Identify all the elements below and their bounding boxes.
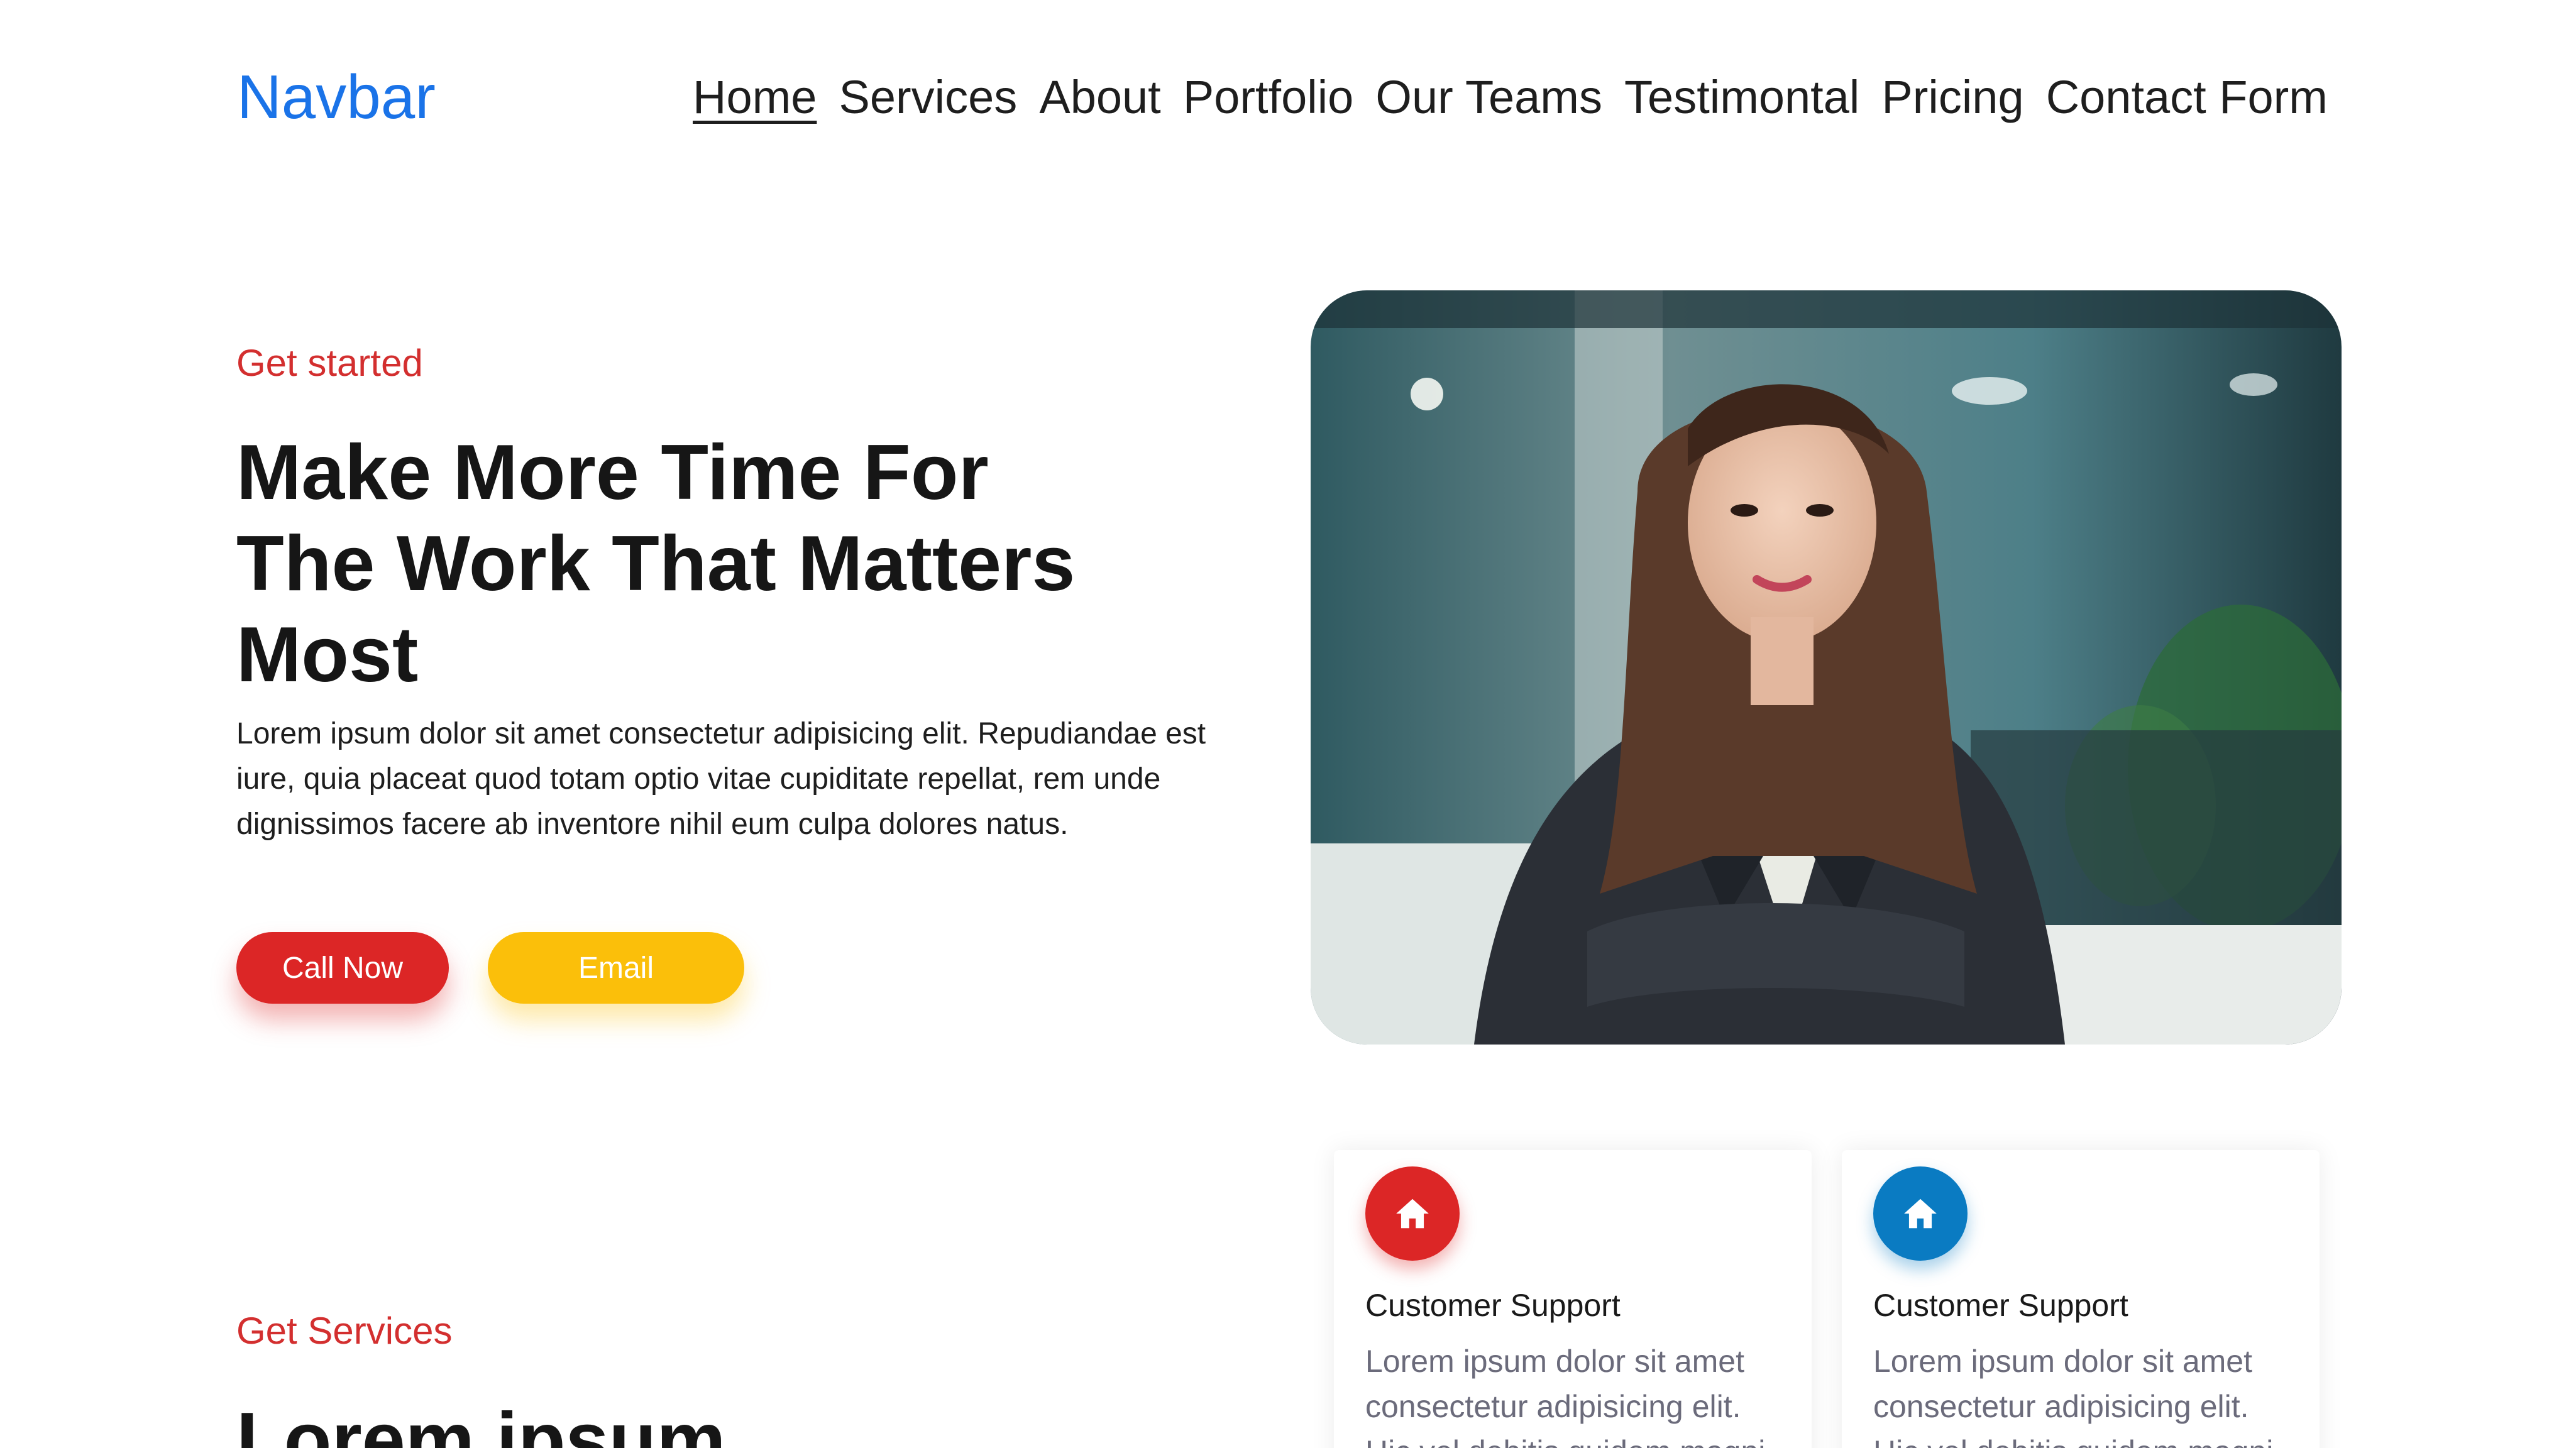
service-card-text: Lorem ipsum dolor sit amet consectetur a… [1873,1344,2273,1448]
main-nav: Home Services About Portfolio Our Teams … [693,74,2328,121]
services-title: Lorem ipsum [236,1397,726,1448]
nav-our-teams[interactable]: Our Teams [1375,74,1602,121]
hero-kicker: Get started [236,342,423,384]
email-button[interactable]: Email [488,932,744,1004]
landing-page: Navbar Home Services About Portfolio Our… [0,0,2576,1448]
nav-contact-form[interactable]: Contact Form [2046,74,2328,121]
hero-image [1311,290,2342,1045]
nav-portfolio[interactable]: Portfolio [1183,74,1353,121]
nav-home[interactable]: Home [693,74,817,121]
home-icon [1365,1166,1460,1261]
service-card-title: Customer Support [1873,1288,2128,1323]
hero-title: Make More Time For The Work That Matters… [236,429,1076,698]
office-portrait-illustration [1311,290,2342,1045]
nav-services[interactable]: Services [839,74,1018,121]
hero-description: Lorem ipsum dolor sit amet consectetur a… [236,717,1206,841]
home-icon [1873,1166,1968,1261]
service-card: Customer Support Lorem ipsum dolor sit a… [1334,1150,1812,1448]
nav-about[interactable]: About [1039,74,1160,121]
service-card-title: Customer Support [1365,1288,1621,1323]
services-kicker: Get Services [236,1310,453,1352]
service-card-text: Lorem ipsum dolor sit amet consectetur a… [1365,1344,1765,1448]
call-now-button[interactable]: Call Now [236,932,449,1004]
nav-pricing[interactable]: Pricing [1881,74,2023,121]
service-card: Customer Support Lorem ipsum dolor sit a… [1842,1150,2320,1448]
nav-testimonial[interactable]: Testimontal [1624,74,1859,121]
brand-logo[interactable]: Navbar [237,66,436,128]
